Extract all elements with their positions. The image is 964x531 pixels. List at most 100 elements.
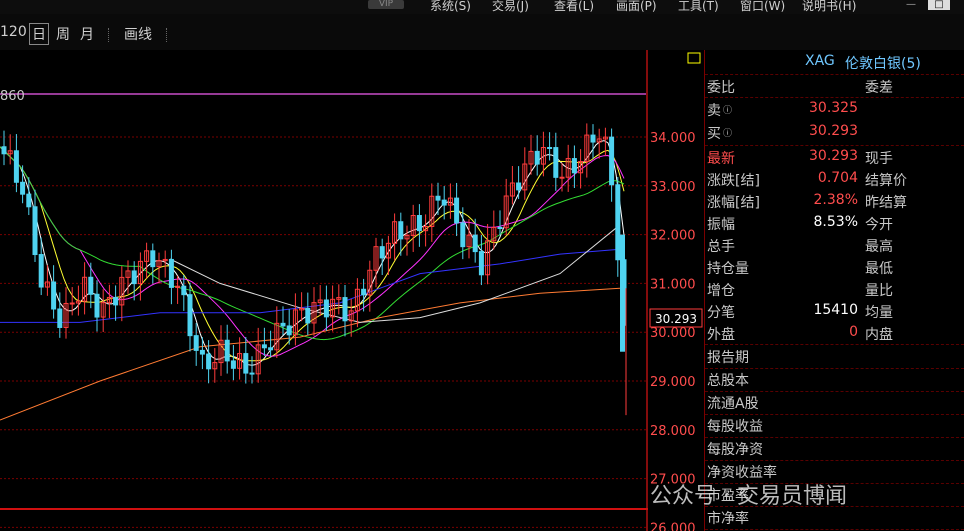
candle-body	[268, 347, 274, 351]
label-weibi: 委比	[707, 80, 735, 96]
candle-body	[553, 147, 559, 178]
minimize-icon[interactable]: —	[900, 0, 922, 10]
quote-label: 最新	[707, 151, 735, 167]
candle-body	[534, 150, 540, 165]
candle-body	[261, 344, 267, 349]
menu-bar: VIP 系统(S) 交易(J) 查看(L) 画面(P) 工具(T) 窗口(W) …	[0, 0, 964, 14]
instrument-name: 伦敦白银(5)	[845, 56, 921, 72]
candle-body	[478, 251, 484, 276]
quote-label-right: 今开	[865, 217, 893, 233]
candle-body	[38, 254, 44, 288]
candle-body	[454, 197, 460, 224]
quote-label: 涨跌[结]	[707, 173, 760, 189]
menu-tools[interactable]: 工具(T)	[678, 0, 719, 14]
row-separator	[705, 145, 964, 146]
candle-body	[379, 246, 385, 259]
buy-price: 30.293	[809, 123, 858, 139]
toolbar-divider	[108, 28, 111, 42]
y-tick-label: 34.000	[650, 131, 696, 146]
candle-body	[224, 339, 230, 362]
candle-body	[26, 193, 32, 208]
candle-body	[113, 296, 119, 306]
quote-label-right: 内盘	[865, 327, 893, 343]
candle-body	[516, 182, 522, 191]
candle-body	[472, 234, 478, 253]
candle-body	[168, 258, 174, 288]
candle-body	[398, 221, 404, 240]
candle-body	[51, 281, 57, 310]
candle-body	[187, 294, 193, 337]
period-toolbar: 120 日 周 月 画线	[0, 14, 964, 50]
quote-label: 增仓	[707, 283, 735, 299]
sell-info-icon[interactable]: ⓘ	[723, 103, 732, 116]
candles	[1, 123, 627, 416]
row-separator	[705, 414, 964, 415]
candle-body	[559, 176, 565, 179]
quote-label: 振幅	[707, 217, 735, 233]
candle-body	[460, 222, 466, 248]
fundamental-label: 市净率	[707, 511, 749, 527]
candle-body	[590, 134, 596, 143]
quote-value: 15410	[813, 302, 858, 318]
period-month-button[interactable]: 月	[80, 24, 94, 44]
y-tick-label: 29.000	[650, 375, 696, 390]
candle-body	[94, 293, 100, 318]
current-price-label: 30.293	[655, 312, 697, 326]
candle-body	[88, 276, 94, 295]
candle-body	[361, 288, 367, 296]
draw-line-button[interactable]: 画线	[124, 24, 152, 44]
maximize-icon[interactable]: □	[928, 0, 950, 10]
menu-view[interactable]: 查看(L)	[554, 0, 594, 14]
row-separator	[705, 74, 964, 75]
candlestick-chart[interactable]: 860	[0, 50, 648, 531]
quote-label: 总手	[707, 239, 735, 255]
candle-body	[342, 297, 348, 322]
instrument-code: XAG	[805, 53, 835, 69]
moving-average-line	[0, 146, 625, 357]
quote-value: 8.53%	[813, 214, 858, 230]
candle-body	[199, 349, 205, 355]
quote-value: 2.38%	[813, 192, 858, 208]
fundamental-label: 每股收益	[707, 419, 763, 435]
row-separator	[705, 460, 964, 461]
menu-window[interactable]: 窗口(W)	[740, 0, 785, 14]
quote-label-right: 结算价	[865, 173, 907, 189]
quote-label-right: 现手	[865, 151, 893, 167]
menu-system[interactable]: 系统(S)	[430, 0, 471, 14]
menu-help[interactable]: 说明书(H)	[802, 0, 856, 14]
row-separator	[705, 529, 964, 530]
candle-body	[131, 270, 137, 285]
fundamental-label: 每股净资	[707, 442, 763, 458]
quote-label: 分笔	[707, 305, 735, 321]
vip-badge[interactable]: VIP	[368, 0, 404, 9]
candle-body	[620, 234, 625, 352]
y-tick-label: 33.000	[650, 180, 696, 195]
candle-body	[150, 250, 156, 268]
candle-body	[206, 353, 212, 370]
candle-body	[243, 353, 249, 374]
menu-trade[interactable]: 交易(J)	[492, 0, 529, 14]
fundamental-label: 流通A股	[707, 396, 759, 412]
candle-body	[280, 322, 286, 327]
period-week-button[interactable]: 周	[56, 24, 70, 44]
price-axis: 34.000 33.000 32.000 31.000 30.000 29.000 28.0…	[649, 52, 703, 531]
row-separator	[705, 344, 964, 345]
candle-body	[305, 307, 311, 324]
quote-label-right: 量比	[865, 283, 893, 299]
candle-body	[57, 308, 63, 328]
candle-body	[571, 158, 577, 174]
quote-value: 30.293	[809, 148, 858, 164]
candle-body	[20, 181, 26, 195]
candle-body	[230, 360, 236, 369]
candle-body	[609, 136, 615, 186]
buy-info-icon[interactable]: ⓘ	[723, 126, 732, 139]
candle-body	[193, 335, 199, 351]
candle-body	[441, 199, 447, 206]
menu-screen[interactable]: 画面(P)	[616, 0, 657, 14]
period-120-button[interactable]: 120	[0, 24, 27, 40]
candle-body	[323, 299, 329, 318]
period-day-button[interactable]: 日	[29, 23, 49, 45]
chart-options-icon[interactable]	[687, 52, 701, 64]
row-separator	[705, 97, 964, 98]
candle-body	[69, 302, 75, 305]
